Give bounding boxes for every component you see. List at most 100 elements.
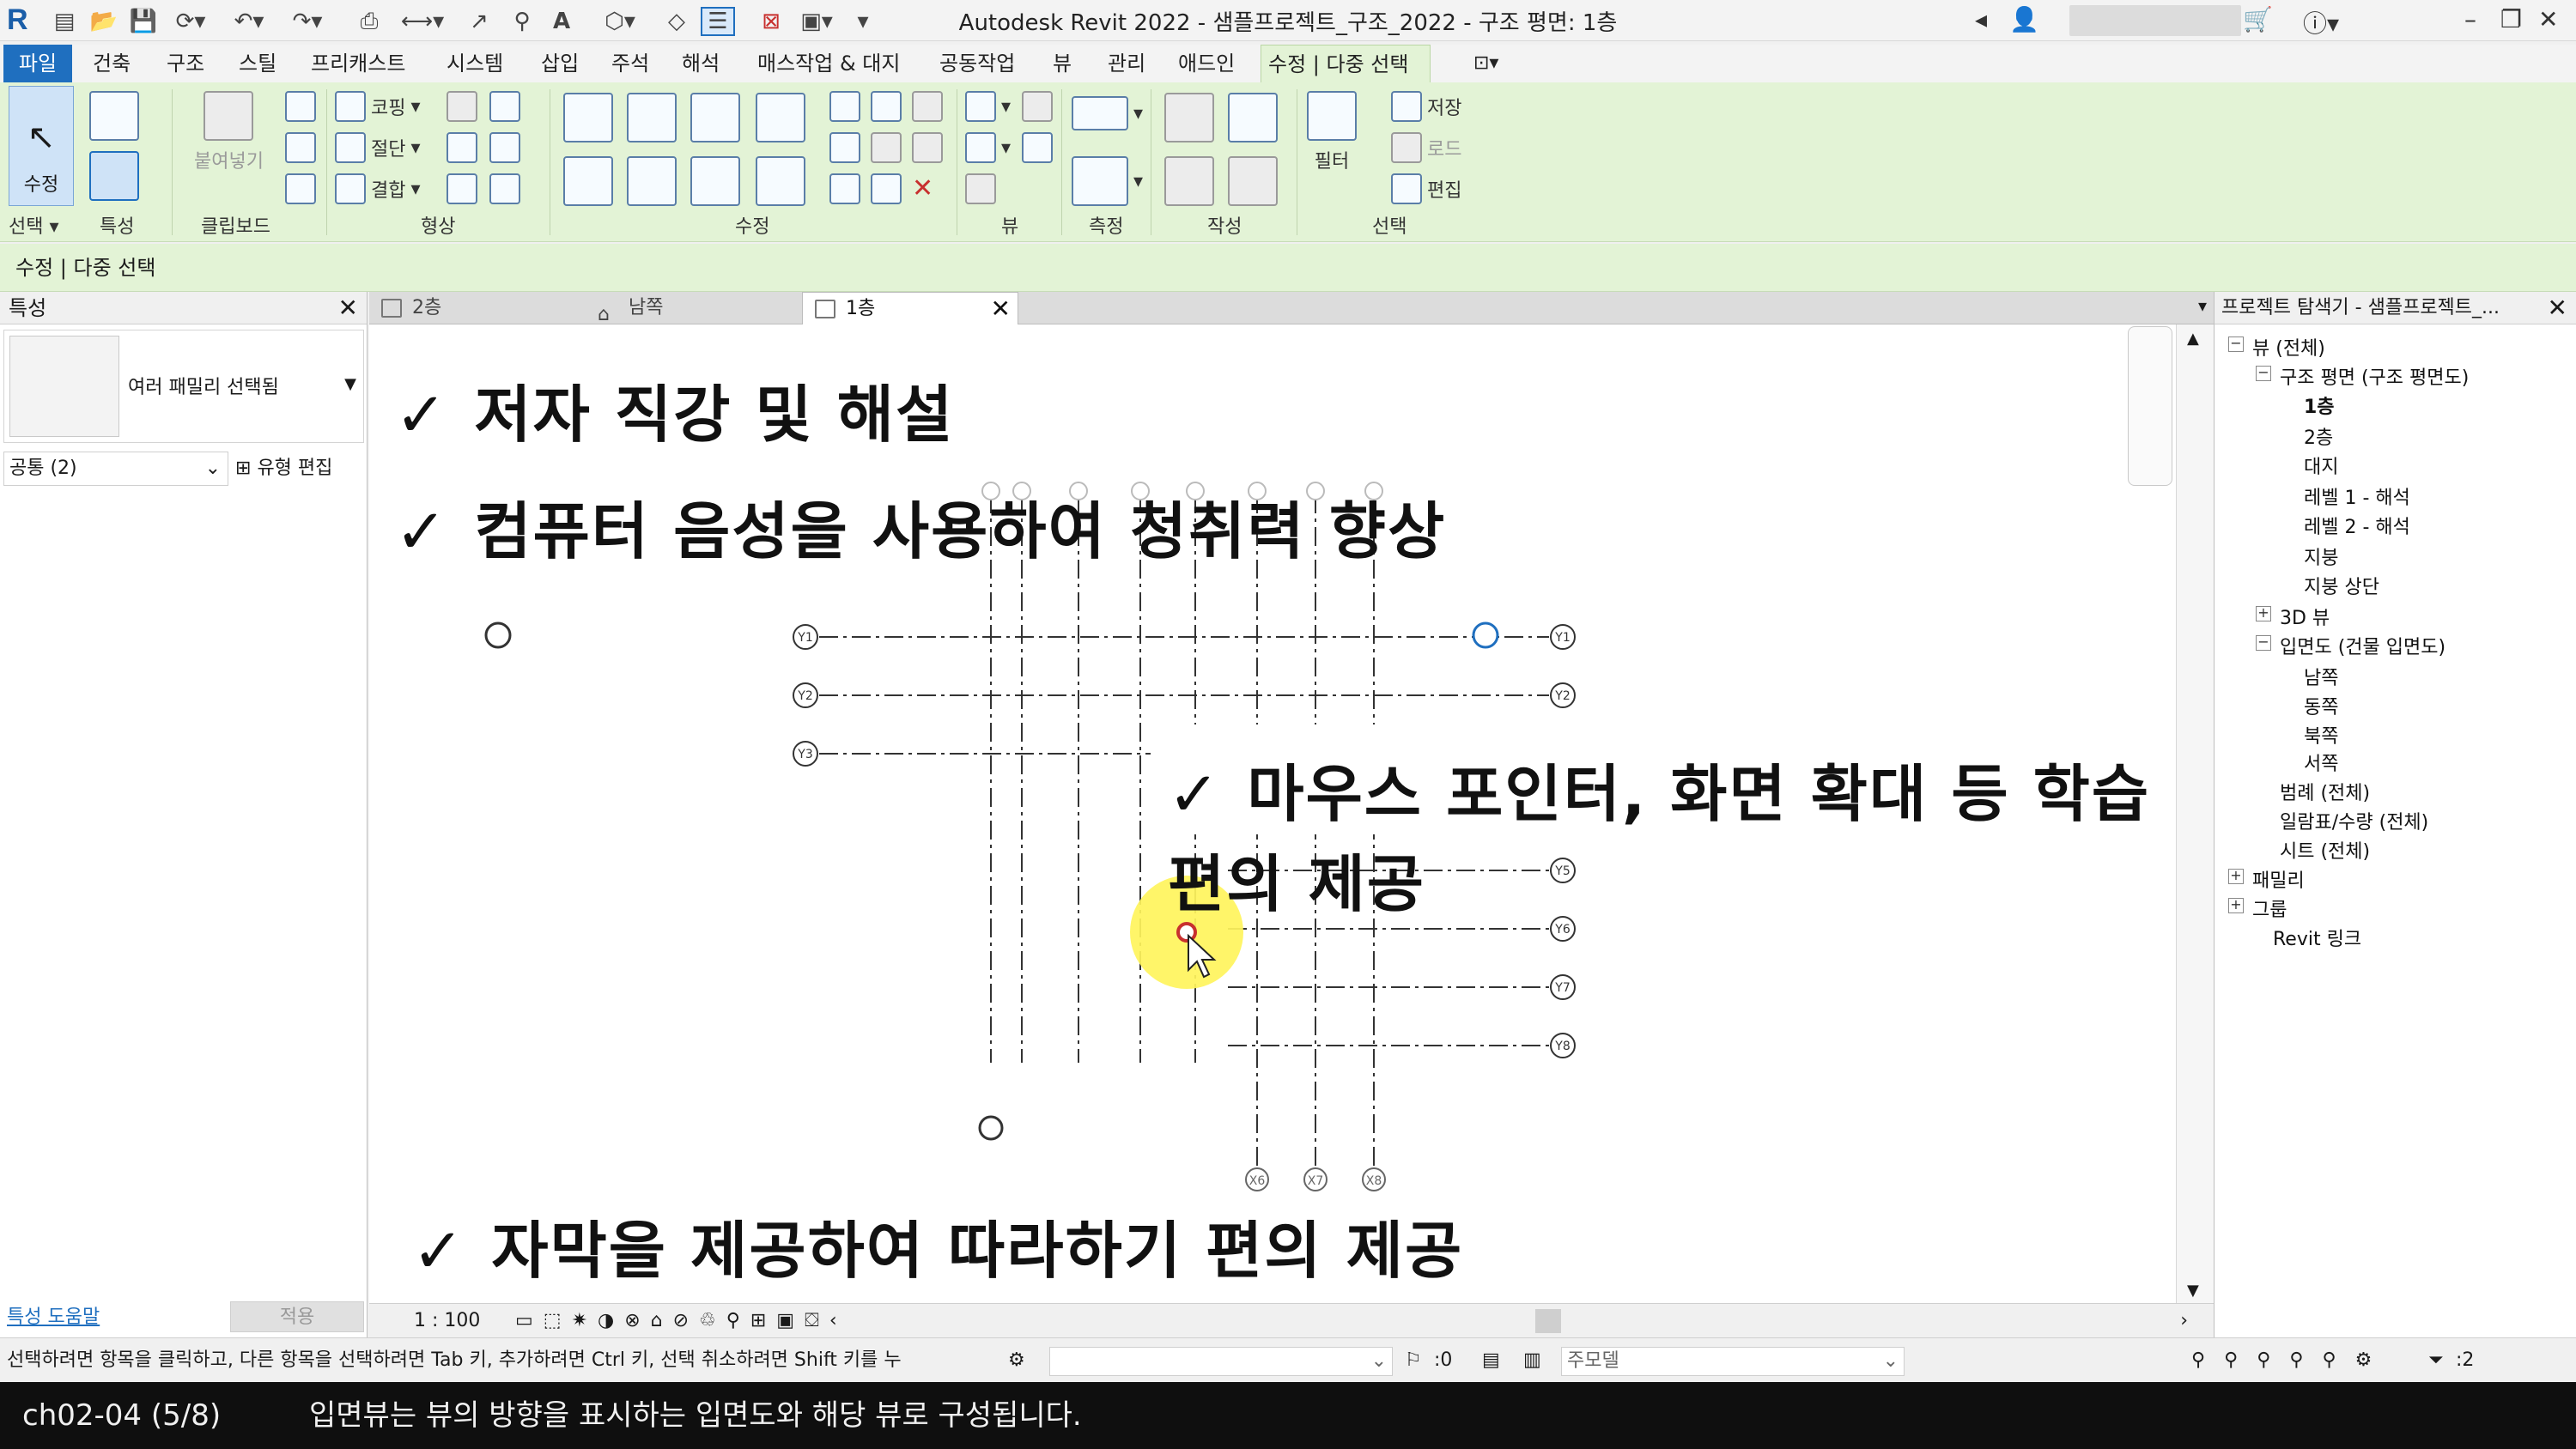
tab-structure[interactable]: 구조 (160, 45, 211, 82)
tab-massing-site[interactable]: 매스작업 & 대지 (750, 45, 907, 82)
grid-bubble-x-label[interactable]: X8 (1366, 1174, 1382, 1188)
scroll-down-icon[interactable]: ▼ (2187, 1282, 2199, 1300)
user-icon[interactable]: 👤 (2009, 5, 2039, 33)
type-properties-icon[interactable] (89, 91, 139, 141)
tab-analyze[interactable]: 해석 (675, 45, 726, 82)
tab-view[interactable]: 뷰 (1046, 45, 1078, 82)
browser-item[interactable]: 범례 (전체) (2280, 778, 2370, 805)
tab-modify-multi-select[interactable]: 수정 | 다중 선택 (1261, 45, 1431, 82)
create-group-icon[interactable] (1228, 93, 1278, 142)
close-properties-icon[interactable]: ✕ (338, 292, 358, 324)
array-icon[interactable] (829, 132, 860, 163)
browser-item[interactable]: 구조 평면 (구조 평면도) (2280, 362, 2469, 390)
create-similar-icon[interactable] (1228, 156, 1278, 206)
browser-item[interactable]: 서쪽 (2304, 749, 2338, 776)
trim-single-icon[interactable] (871, 173, 902, 204)
restore-icon[interactable]: ❐ (2500, 5, 2522, 33)
scroll-right-icon[interactable]: › (2180, 1304, 2188, 1338)
dimension-aligned-icon[interactable]: ▾ (1072, 156, 1143, 206)
measure-icon[interactable]: ⟷▾ (401, 7, 444, 36)
collapse-icon[interactable]: − (2256, 366, 2271, 381)
close-browser-icon[interactable]: ✕ (2547, 292, 2567, 324)
browser-item[interactable]: 레벨 2 - 해석 (2304, 512, 2410, 539)
copy-icon[interactable] (285, 132, 316, 163)
demolish-icon[interactable] (489, 132, 520, 163)
redo-icon[interactable]: ↷▾ (289, 7, 326, 36)
move-icon[interactable] (563, 156, 613, 206)
panel-select-label[interactable]: 선택 ▾ (9, 211, 59, 239)
tag-icon[interactable]: ⚲ (507, 7, 538, 36)
grid-bubble-y-label[interactable]: Y8 (1554, 1040, 1570, 1053)
browser-item[interactable]: 패밀리 (2252, 865, 2305, 893)
navigation-bar[interactable] (2128, 326, 2172, 486)
expand-icon[interactable]: + (2228, 869, 2244, 884)
worksets-icon[interactable]: ⚙ (1008, 1338, 1025, 1383)
browser-item[interactable]: 입면도 (건물 입면도) (2280, 632, 2445, 659)
grid-bubble-y-label[interactable]: Y2 (797, 689, 812, 703)
grid-bubble-y-label[interactable]: Y2 (1554, 689, 1570, 703)
main-model-icon[interactable]: ▥ (1523, 1338, 1541, 1383)
cut-scissors-icon[interactable] (285, 91, 316, 122)
wall-joins-icon[interactable] (447, 91, 477, 122)
browser-item[interactable]: 1층 (2304, 391, 2335, 419)
cart-icon[interactable]: 🛒 (2243, 5, 2273, 33)
tab-list-icon[interactable]: ▾ (2198, 295, 2207, 316)
collapse-icon[interactable]: − (2228, 336, 2244, 352)
temp-hide-icon[interactable] (1022, 91, 1053, 122)
thin-line-icon[interactable] (1022, 132, 1053, 163)
print-icon[interactable]: ⎙ (352, 7, 386, 36)
create-assembly-icon[interactable] (1164, 156, 1214, 206)
paint-icon[interactable] (447, 173, 477, 204)
view-tab-2f[interactable]: 2층 (369, 292, 586, 324)
vertical-scrollbar[interactable]: ▲ ▼ (2176, 324, 2214, 1305)
tab-file[interactable]: 파일 (3, 45, 72, 82)
browser-item[interactable]: 시트 (전체) (2280, 836, 2370, 864)
close-tab-icon[interactable]: ✕ (991, 293, 1011, 325)
thin-lines-icon[interactable]: ☰ (701, 7, 735, 36)
grid-bubble-y-label[interactable]: Y6 (1554, 923, 1571, 937)
ribbon-display-toggle-icon[interactable]: ⊡▾ (1467, 45, 1505, 82)
design-options-icon[interactable]: ▤ (1482, 1338, 1500, 1383)
open-icon[interactable]: 📂 (89, 7, 118, 36)
split-gap-icon[interactable] (871, 91, 902, 122)
tab-systems[interactable]: 시스템 (440, 45, 510, 82)
measure-between-icon[interactable]: ▾ (1072, 96, 1143, 130)
editing-requests-icon[interactable]: ⚐ (1405, 1338, 1422, 1383)
unjoin-icon[interactable] (489, 91, 520, 122)
view-tab-1f[interactable]: 1층 ✕ (802, 292, 1018, 324)
collapse-icon[interactable]: − (2256, 635, 2271, 651)
customize-icon[interactable]: ▾ (850, 7, 876, 36)
load-selection-button[interactable]: 로드 (1391, 132, 1461, 163)
minimize-icon[interactable]: – (2464, 5, 2476, 33)
view-tab-south[interactable]: ⌂ 남쪽 (586, 292, 802, 325)
rotate-icon[interactable] (690, 156, 740, 206)
dimension-icon[interactable]: ↗ (464, 7, 495, 36)
mirror-axis-icon[interactable] (690, 93, 740, 142)
selection-toggle-icons[interactable]: ⚲⚲⚲⚲⚲⚙ (2191, 1338, 2391, 1383)
type-selector[interactable]: 여러 패밀리 선택됨 ▼ (3, 330, 364, 443)
grid-bubble-y-label[interactable]: Y7 (1554, 981, 1570, 995)
mirror-draw-icon[interactable] (756, 93, 805, 142)
workset-dropdown[interactable]: ⌄ (1049, 1347, 1393, 1376)
browser-item[interactable]: 지붕 상단 (2304, 572, 2379, 599)
3d-view-icon[interactable]: ⬡▾ (601, 7, 639, 36)
properties-icon[interactable] (89, 151, 139, 201)
elevation-marker-south[interactable] (978, 1115, 1004, 1141)
browser-item[interactable]: 대지 (2304, 452, 2338, 479)
filter-icon[interactable]: ⏷ (2428, 1338, 2444, 1383)
browser-item[interactable]: 북쪽 (2304, 721, 2338, 749)
modify-button[interactable]: ↖ 수정 (9, 86, 74, 206)
browser-item[interactable]: 남쪽 (2304, 663, 2338, 690)
trim-multiple-icon[interactable] (829, 173, 860, 204)
tab-annotate[interactable]: 주석 (605, 45, 656, 82)
grid-bubble-y-label[interactable]: Y3 (797, 748, 812, 761)
tab-steel[interactable]: 스틸 (232, 45, 283, 82)
save-selection-button[interactable]: 저장 (1391, 91, 1461, 122)
user-name-field[interactable] (2069, 5, 2241, 36)
revit-logo[interactable]: R (7, 3, 39, 38)
split-face-icon[interactable] (447, 132, 477, 163)
browser-item[interactable]: 지붕 (2304, 543, 2338, 570)
browser-item[interactable]: 뷰 (전체) (2252, 333, 2325, 361)
trim-extend-icon[interactable] (756, 156, 805, 206)
grid-bubble-x-label[interactable]: X6 (1249, 1174, 1266, 1188)
